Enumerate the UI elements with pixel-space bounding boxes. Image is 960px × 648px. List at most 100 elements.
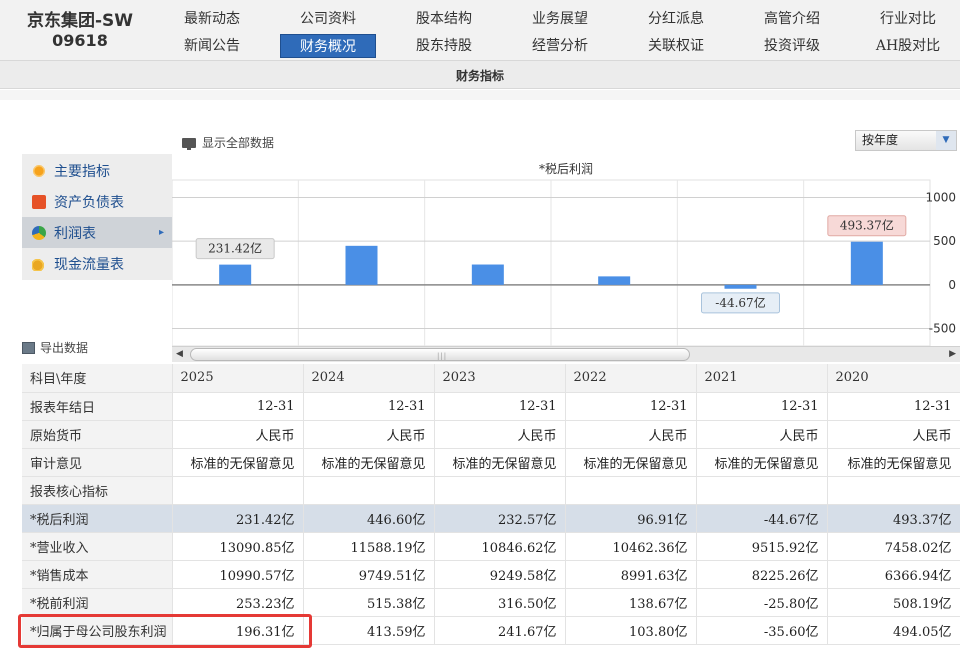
header-year: 2020 [827, 364, 960, 393]
nav-related-warrants[interactable]: 关联权证 [628, 34, 724, 58]
nav-share-structure[interactable]: 股本结构 [396, 7, 492, 31]
table-cell [172, 476, 304, 505]
table-row: *税前利润 253.23亿 515.38亿 316.50亿 138.67亿 -25.80亿… [22, 588, 960, 617]
nav-announcements[interactable]: 新闻公告 [164, 34, 260, 58]
sidebar-item-cash-flow[interactable]: 现金流量表 [22, 248, 172, 279]
export-icon [22, 341, 35, 354]
table-cell: 494.05亿 [827, 616, 960, 645]
scrollbar-thumb[interactable]: ||| [190, 348, 690, 361]
sidebar-item-balance-sheet[interactable]: 资产负债表 [22, 186, 172, 217]
sun-icon [32, 163, 46, 178]
table-cell: 标准的无保留意见 [172, 448, 304, 477]
table-cell [303, 476, 435, 505]
nav-financial-overview[interactable]: 财务概况 [280, 34, 376, 58]
sidebar: 主要指标 资产负债表 利润表 ▸ 现金流量表 [22, 154, 172, 280]
sub-nav-financial-indicators[interactable]: 财务指标 [0, 67, 960, 84]
row-label: *销售成本 [22, 560, 173, 589]
table-cell: 标准的无保留意见 [827, 448, 960, 477]
show-all-label: 显示全部数据 [202, 136, 275, 150]
scroll-right-icon[interactable]: ▶ [949, 349, 956, 359]
table-cell: 413.59亿 [303, 616, 435, 645]
stock-code: 09618 [52, 31, 108, 50]
table-cell: 493.37亿 [827, 504, 960, 533]
table-cell: 196.31亿 [172, 616, 304, 645]
table-cell: -44.67亿 [696, 504, 828, 533]
table-cell: 12-31 [172, 392, 304, 421]
monitor-icon [182, 137, 196, 150]
table-cell: 标准的无保留意见 [434, 448, 566, 477]
nav-dividends[interactable]: 分红派息 [628, 7, 724, 31]
table-header-row: 科目\年度 2025 2024 2023 2022 2021 2020 [22, 364, 960, 393]
table-cell: 人民币 [827, 420, 960, 449]
nav-shareholders[interactable]: 股东持股 [396, 34, 492, 58]
bar [219, 264, 252, 285]
divider [0, 90, 960, 100]
row-label: *税前利润 [22, 588, 173, 617]
chart-scrollbar[interactable]: ◀ ||| ▶ [172, 346, 960, 362]
table-cell: 标准的无保留意见 [565, 448, 697, 477]
table-cell: 253.23亿 [172, 588, 304, 617]
bar [850, 241, 883, 285]
table-cell: 9249.58亿 [434, 560, 566, 589]
bar [471, 264, 504, 285]
y-tick-label: -500 [929, 322, 956, 336]
nav-latest-news[interactable]: 最新动态 [164, 7, 260, 31]
table-cell [565, 476, 697, 505]
period-select[interactable]: 按年度 ▼ [855, 130, 957, 151]
row-label: 审计意见 [22, 448, 173, 477]
nav-ah-compare[interactable]: AH股对比 [860, 34, 956, 58]
table-cell: 人民币 [696, 420, 828, 449]
table-cell: 138.67亿 [565, 588, 697, 617]
row-label: 报表核心指标 [22, 476, 173, 505]
y-tick-label: 500 [933, 234, 956, 248]
profit-chart: *税后利润 1000 500 0 -500 231.42亿 -44.67亿 493.37亿 [171, 154, 960, 347]
financial-table: 科目\年度 2025 2024 2023 2022 2021 2020 报表年结日 12-31 1… [22, 364, 960, 645]
table-cell: 241.67亿 [434, 616, 566, 645]
nav-ratings[interactable]: 投资评级 [744, 34, 840, 58]
nav-operations-analysis[interactable]: 经营分析 [512, 34, 608, 58]
table-cell: 标准的无保留意见 [696, 448, 828, 477]
table-row: 审计意见 标准的无保留意见 标准的无保留意见 标准的无保留意见 标准的无保留意见 标准的无… [22, 448, 960, 477]
show-all-data-button[interactable]: 显示全部数据 [182, 134, 274, 151]
data-label: -44.67亿 [715, 295, 765, 310]
sidebar-item-income-statement[interactable]: 利润表 ▸ [22, 217, 172, 248]
top-nav-bar: 京东集团-SW 09618 最新动态 公司资料 股本结构 业务展望 分红派息 高… [0, 0, 960, 61]
table-row: 原始货币 人民币 人民币 人民币 人民币 人民币 人民币 [22, 420, 960, 449]
pie-chart-icon [32, 225, 46, 240]
table-cell: 11588.19亿 [303, 532, 435, 561]
scroll-left-icon[interactable]: ◀ [176, 349, 183, 359]
bar [345, 245, 378, 285]
nav-business-outlook[interactable]: 业务展望 [512, 7, 608, 31]
sidebar-item-label: 资产负债表 [54, 194, 124, 211]
sub-nav-bar: 财务指标 [0, 61, 960, 89]
row-label: 报表年结日 [22, 392, 173, 421]
chart-title: *税后利润 [538, 162, 593, 176]
sidebar-item-label: 主要指标 [54, 163, 110, 180]
table-cell: 508.19亿 [827, 588, 960, 617]
table-cell: 12-31 [434, 392, 566, 421]
row-label: *营业收入 [22, 532, 173, 561]
header-year: 2025 [172, 364, 304, 393]
header-subject-year: 科目\年度 [22, 364, 173, 393]
table-cell: 8991.63亿 [565, 560, 697, 589]
nav-industry-compare[interactable]: 行业对比 [860, 7, 956, 31]
table-cell: 7458.02亿 [827, 532, 960, 561]
table-cell: 232.57亿 [434, 504, 566, 533]
header-year: 2023 [434, 364, 566, 393]
table-cell: 人民币 [172, 420, 304, 449]
nav-executives[interactable]: 高管介绍 [744, 7, 840, 31]
sidebar-item-key-indicators[interactable]: 主要指标 [22, 155, 172, 186]
nav-company-info[interactable]: 公司资料 [280, 7, 376, 31]
y-tick-label: 1000 [925, 190, 956, 204]
coins-icon [32, 256, 46, 271]
table-cell: 10846.62亿 [434, 532, 566, 561]
table-cell: 10462.36亿 [565, 532, 697, 561]
export-label: 导出数据 [40, 341, 89, 355]
table-cell: 12-31 [696, 392, 828, 421]
table-cell: 316.50亿 [434, 588, 566, 617]
document-icon [32, 194, 46, 209]
export-data-button[interactable]: 导出数据 [22, 339, 88, 356]
table-cell: 人民币 [565, 420, 697, 449]
table-cell: -35.60亿 [696, 616, 828, 645]
table-cell [827, 476, 960, 505]
